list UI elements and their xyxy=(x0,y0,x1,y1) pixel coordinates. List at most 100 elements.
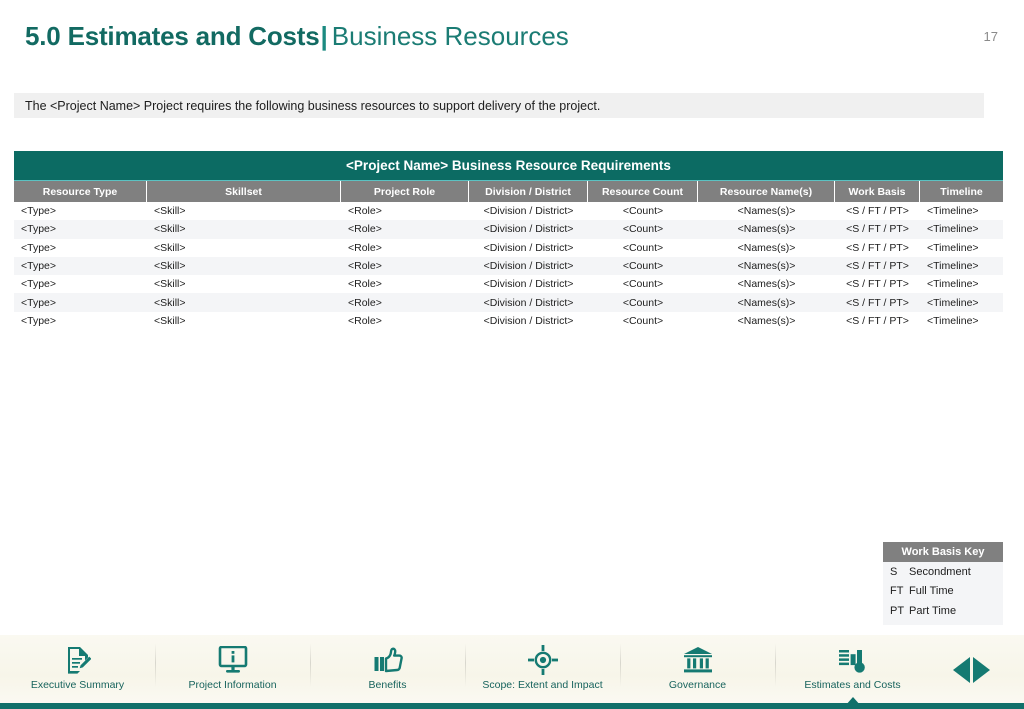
nav-item-label: Executive Summary xyxy=(30,679,125,691)
table-cell: <Division / District> xyxy=(483,205,574,218)
table-row: <Type> <Skill> <Role> <Division / District>… xyxy=(14,275,1003,294)
work-basis-meaning: Part Time xyxy=(909,604,957,617)
table-cell: <Names(s)> xyxy=(737,278,796,291)
work-basis-abbr: FT xyxy=(890,585,904,598)
table-row: <Type> <Skill> <Role> <Division / District>… xyxy=(14,220,1003,239)
nav-item-executive-summary[interactable]: Executive Summary xyxy=(0,635,155,703)
table-cell: <Division / District> xyxy=(483,314,574,327)
document-edit-icon xyxy=(65,645,91,675)
nav-item-label: Benefits xyxy=(368,679,407,691)
table-cell: <Skill> xyxy=(154,296,186,309)
table-cell: <Timeline> xyxy=(927,223,979,236)
table-cell: <Type> xyxy=(21,314,57,327)
table-cell: <S / FT / PT> xyxy=(846,223,909,236)
table-column-header: Project Role xyxy=(341,181,469,202)
table-cell: <Timeline> xyxy=(927,296,979,309)
table-cell: <Timeline> xyxy=(927,205,979,218)
table-cell: <S / FT / PT> xyxy=(846,278,909,291)
page-title: 5.0 Estimates and Costs| Business Resourc… xyxy=(25,19,569,53)
table-row: <Type> <Skill> <Role> <Division / District>… xyxy=(14,256,1003,276)
table-cell: <S / FT / PT> xyxy=(846,205,909,218)
table-cell: <Timeline> xyxy=(927,278,979,291)
nav-item-label: Project Information xyxy=(188,679,277,691)
nav-item-governance[interactable]: Governance xyxy=(620,635,775,703)
table-cell: <Names(s)> xyxy=(737,223,796,236)
page-title-main: 5.0 Estimates and Costs xyxy=(25,21,320,51)
table-cell: <Skill> xyxy=(154,241,186,254)
table-column-header: Resource Type xyxy=(14,181,147,202)
table-cell: <Type> xyxy=(21,296,57,309)
nav-item-project-information[interactable]: Project Information xyxy=(155,635,310,703)
work-basis-key-rows: S Secondment FT Full Time PT Part Time xyxy=(883,562,1003,621)
table-cell: <Type> xyxy=(21,278,57,291)
table-row: <Type> <Skill> <Role> <Division / District>… xyxy=(14,238,1003,257)
bottom-navigation-bar: Executive Summary Project Information Bene… xyxy=(0,635,1024,709)
arrow-right-icon[interactable] xyxy=(972,657,990,683)
work-basis-key-pad xyxy=(883,621,1003,625)
work-basis-meaning: Secondment xyxy=(909,565,971,578)
table-cell: <S / FT / PT> xyxy=(846,241,909,254)
table-cell: <Type> xyxy=(21,241,57,254)
work-basis-key-row: S Secondment xyxy=(883,562,1003,582)
bank-columns-icon xyxy=(683,645,713,675)
arrow-left-icon[interactable] xyxy=(952,657,970,683)
table-cell: <Count> xyxy=(622,314,664,327)
work-basis-key-title: Work Basis Key xyxy=(883,542,1003,562)
nav-item-scope-extent-and-impact[interactable]: Scope: Extent and Impact xyxy=(465,635,620,703)
work-basis-key: Work Basis Key S Secondment FT Full Time PT P… xyxy=(883,542,1003,625)
target-crosshair-icon xyxy=(527,645,558,675)
business-resource-table: <Project Name> Business Resource Require… xyxy=(14,151,1003,333)
intro-band: The <Project Name> Project requires the … xyxy=(14,93,984,118)
thumbs-up-icon xyxy=(373,645,403,675)
table-cell: <Names(s)> xyxy=(737,205,796,218)
table-cell: <Count> xyxy=(622,260,664,273)
page-title-sub: Business Resources xyxy=(331,21,569,51)
table-cell: <Skill> xyxy=(154,278,186,291)
table-cell: <Timeline> xyxy=(927,241,979,254)
table-cell: <Count> xyxy=(622,241,664,254)
table-cell: <Skill> xyxy=(154,205,186,218)
slide-header: 5.0 Estimates and Costs| Business Resourc… xyxy=(0,0,1024,78)
work-basis-key-row: FT Full Time xyxy=(883,582,1003,602)
page-number: 17 xyxy=(983,29,998,44)
table-cell: <Skill> xyxy=(154,223,186,236)
table-cell: <Count> xyxy=(622,296,664,309)
table-cell: <Type> xyxy=(21,205,57,218)
nav-item-estimates-and-costs[interactable]: Estimates and Costs xyxy=(775,635,930,706)
table-caption: <Project Name> Business Resource Require… xyxy=(14,151,1003,180)
nav-arrow-group[interactable] xyxy=(940,657,1002,683)
table-cell: <Role> xyxy=(348,314,382,327)
table-column-header: Resource Count xyxy=(588,181,698,202)
table-column-header: Timeline xyxy=(940,185,983,198)
table-cell: <Type> xyxy=(21,260,57,273)
table-column-header: Work Basis xyxy=(835,181,920,202)
table-cell: <Count> xyxy=(622,278,664,291)
table-cell: <Names(s)> xyxy=(737,241,796,254)
table-cell: <Division / District> xyxy=(483,278,574,291)
table-column-header: Division / District xyxy=(469,181,588,202)
bottom-nav-items: Executive Summary Project Information Bene… xyxy=(0,635,930,706)
work-basis-abbr: PT xyxy=(890,604,905,617)
table-cell: <Skill> xyxy=(154,260,186,273)
table-header-row: Resource Type Skillset Project Role Divisio… xyxy=(14,180,1003,202)
nav-item-label: Governance xyxy=(668,679,727,691)
intro-text: The <Project Name> Project requires the … xyxy=(25,98,601,113)
nav-item-label: Scope: Extent and Impact xyxy=(482,679,603,691)
table-cell: <Type> xyxy=(21,223,57,236)
table-cell: <Division / District> xyxy=(483,241,574,254)
table-cell: <Count> xyxy=(622,205,664,218)
table-cell: <Role> xyxy=(348,260,382,273)
table-cell: <Timeline> xyxy=(927,260,979,273)
work-basis-key-row: PT Part Time xyxy=(883,601,1003,621)
table-cell: <Skill> xyxy=(154,314,186,327)
table-row: <Type> <Skill> <Role> <Division / District>… xyxy=(14,293,1003,312)
table-row: <Type> <Skill> <Role> <Division / District>… xyxy=(14,202,1003,221)
page-title-divider: | xyxy=(320,21,328,51)
nav-item-benefits[interactable]: Benefits xyxy=(310,635,465,703)
table-bottom-edge xyxy=(14,330,1003,333)
table-cell: <Names(s)> xyxy=(737,260,796,273)
table-cell: <Timeline> xyxy=(927,314,979,327)
work-basis-abbr: S xyxy=(890,565,898,578)
table-cell: <Division / District> xyxy=(483,296,574,309)
table-cell: <Division / District> xyxy=(483,260,574,273)
